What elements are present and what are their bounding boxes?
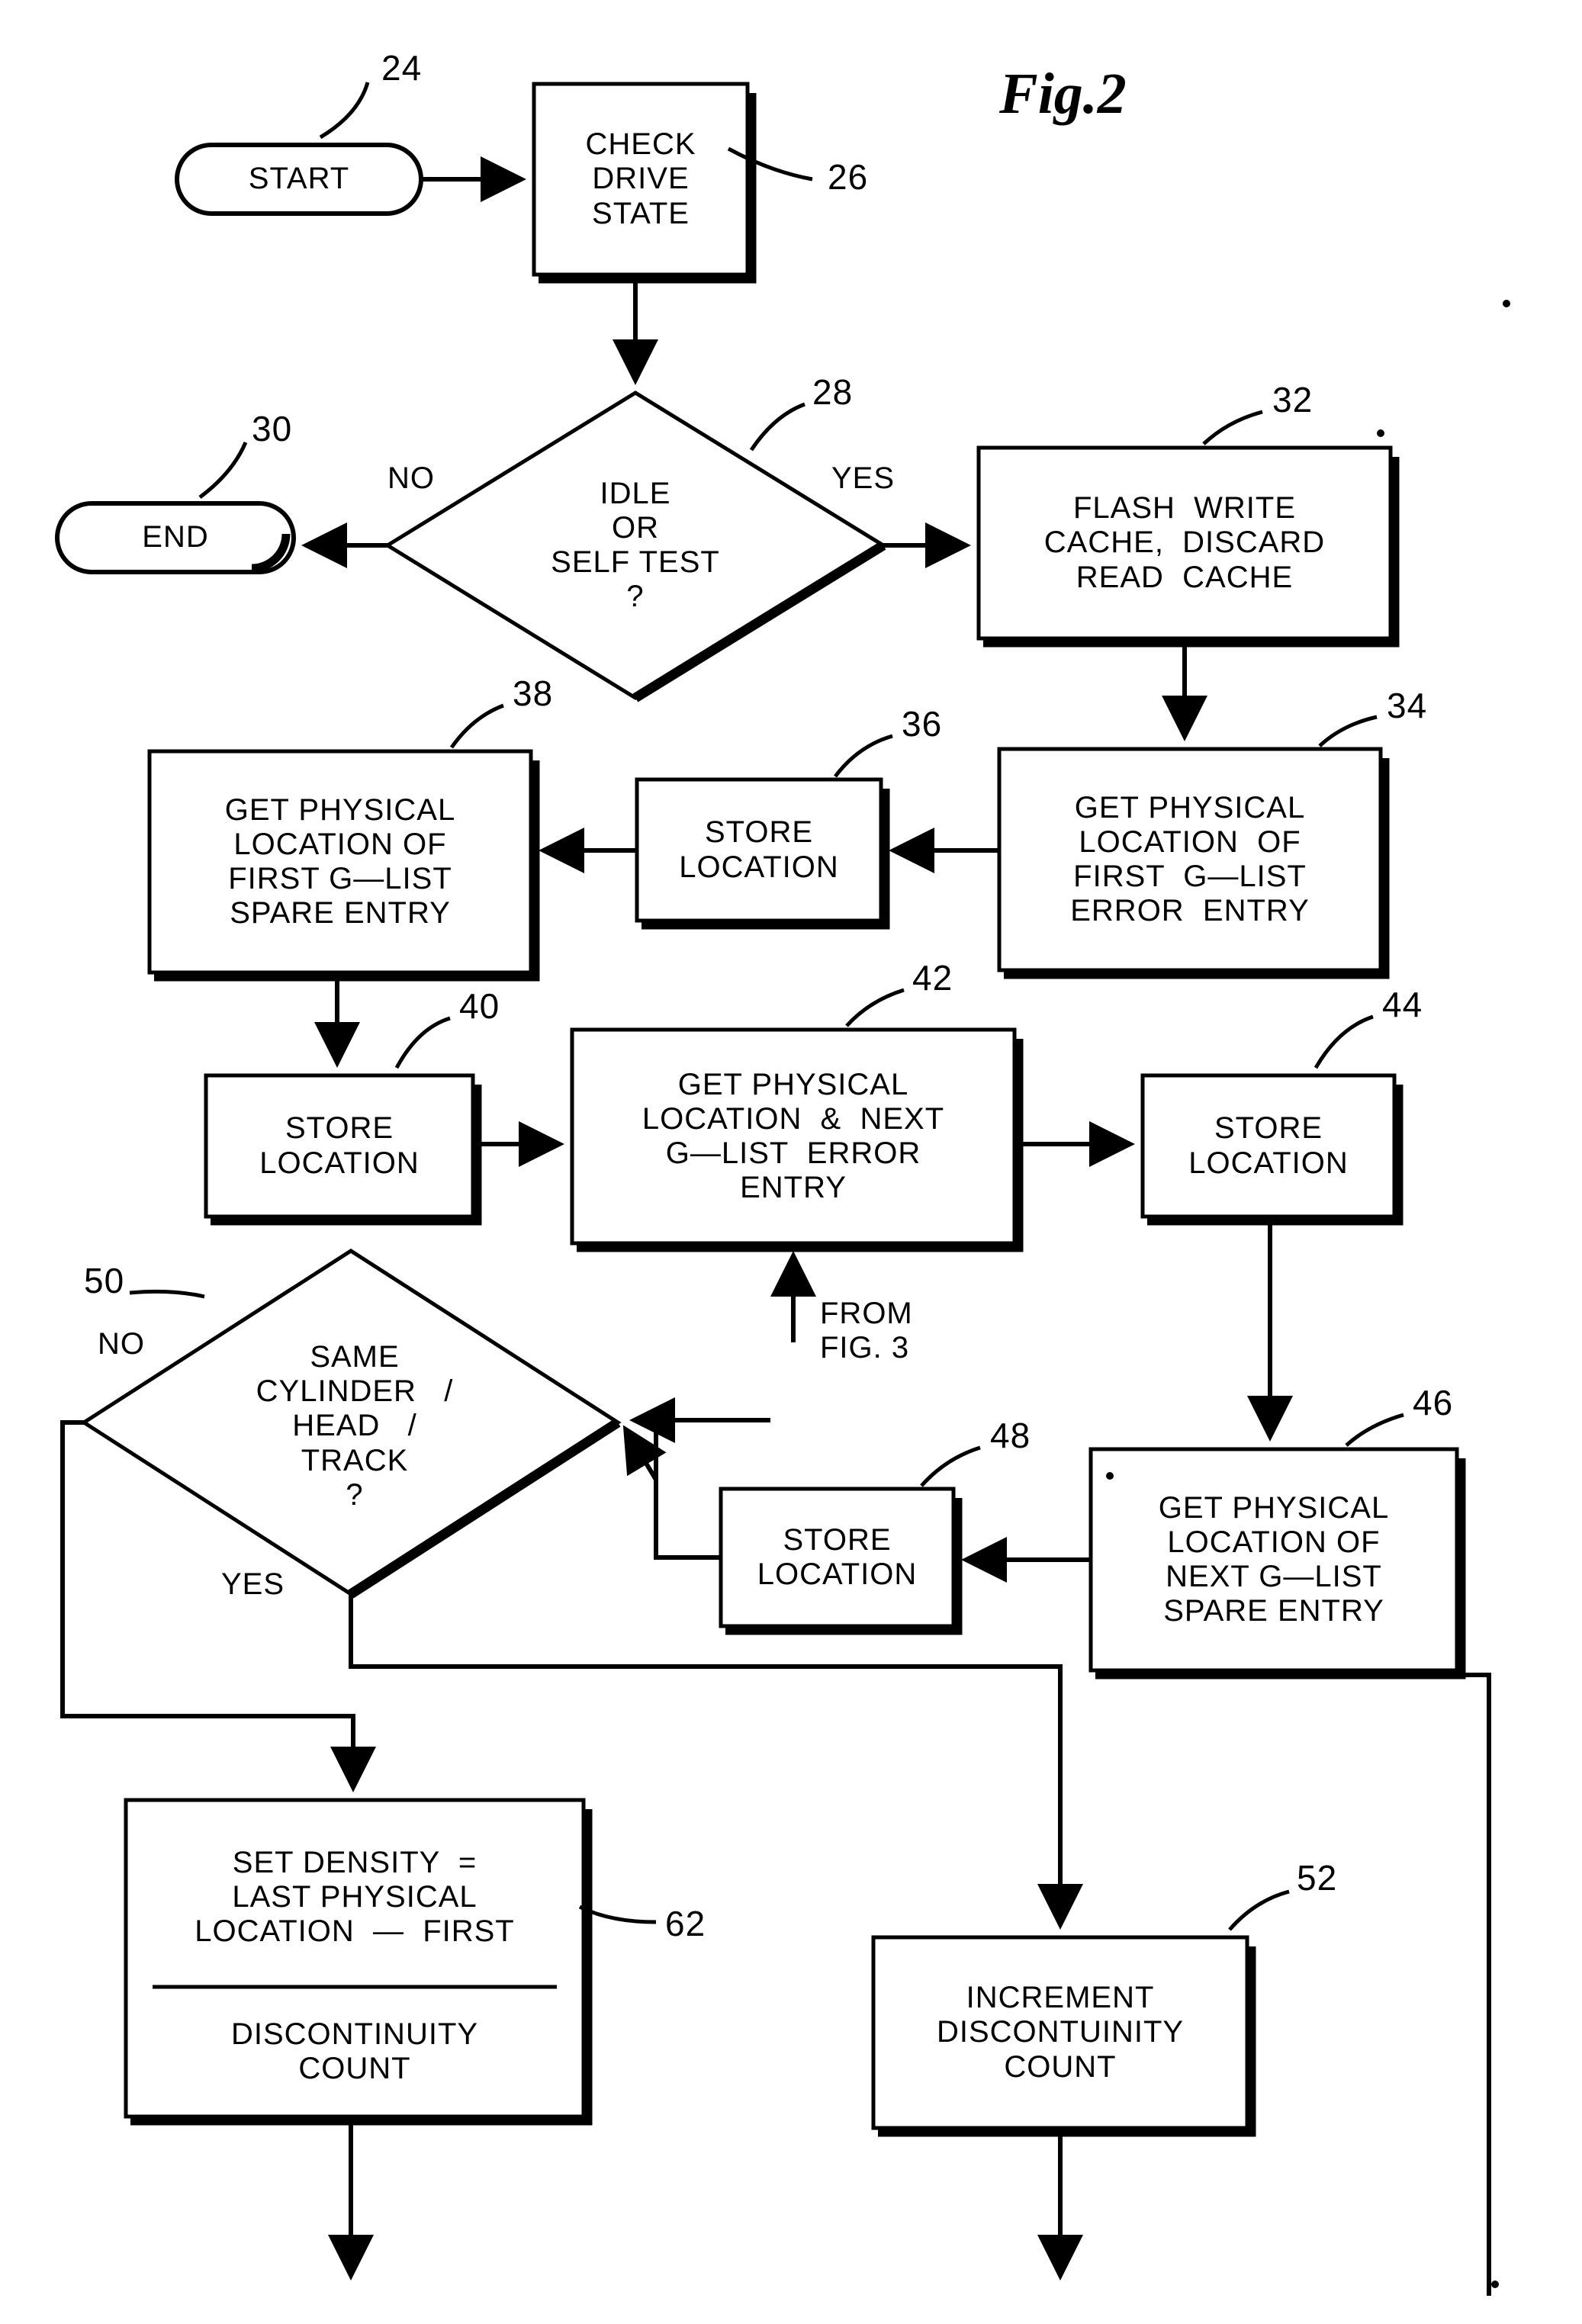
ref-number-28: 28 [812,372,854,412]
scan-artifact-dot-3 [1106,1472,1114,1480]
leader-38 [449,703,504,749]
figure-title: Fig.2 [999,62,1127,126]
ref-number-52: 52 [1297,1858,1338,1898]
ref-number-26: 26 [828,157,869,197]
ref-number-50: 50 [84,1261,125,1300]
ref-number-62: 62 [665,1904,706,1943]
ref-number-40: 40 [459,986,500,1026]
leader-44 [1314,1014,1374,1069]
node-same-cylinder-head-track [80,1249,622,1599]
leader-46 [1345,1413,1404,1447]
scan-artifact-dot-2 [1377,429,1384,437]
node-set-density [124,1798,593,2126]
node-get-next-error [570,1027,1024,1252]
edge-store48-to-same [654,1426,721,1560]
node-store-location-48 [719,1487,963,1635]
node-flash-write-cache [976,445,1400,648]
node-store-location-40 [204,1073,482,1226]
ref-number-32: 32 [1272,380,1314,419]
ref-number-38: 38 [513,673,554,713]
edge-label-no-same: NO [98,1327,145,1361]
ref-number-48: 48 [990,1416,1031,1455]
edge-label-no-idle: NO [387,461,435,495]
ref-number-42: 42 [912,958,953,998]
leader-36 [834,734,893,778]
leader-24 [319,82,370,140]
figure-page: Fig.2 START CHECK DRIVE STATE IDLE OR SE… [0,0,1582,2324]
ref-number-24: 24 [381,48,423,88]
node-store-location-36 [635,777,890,930]
node-store-location-44 [1140,1073,1404,1226]
edge-label-yes-idle: YES [831,461,896,495]
leader-42 [845,988,905,1027]
edge-label-yes-same: YES [221,1567,285,1601]
leader-40 [394,1016,451,1069]
edge-next-spare-feedback [1457,1673,1491,2296]
ref-number-30: 30 [252,409,293,448]
ref-number-44: 44 [1382,985,1423,1024]
node-get-first-spare [147,749,540,982]
leader-48 [920,1445,981,1487]
leader-30 [198,442,248,500]
edge-store48-arrowhead [622,1425,667,1481]
leader-34 [1318,715,1378,747]
node-idle-or-self-test [384,391,887,702]
leader-28 [749,402,805,452]
ref-number-34: 34 [1387,686,1428,725]
leader-32 [1202,410,1263,445]
node-get-first-error [997,747,1390,979]
flowchart-graphics [55,82,1510,2296]
ref-number-46: 46 [1413,1383,1454,1422]
ref-number-36: 36 [902,704,943,744]
leader-50 [129,1289,205,1299]
node-get-next-spare [1088,1447,1466,1680]
scan-artifact-dot-1 [1503,300,1510,307]
node-check-drive-state [532,82,757,284]
node-increment-discontinuity [871,1935,1256,2137]
node-end [55,501,296,574]
leader-52 [1228,1889,1290,1931]
node-start [175,143,423,216]
scan-artifact-dot-4 [1491,2281,1499,2288]
